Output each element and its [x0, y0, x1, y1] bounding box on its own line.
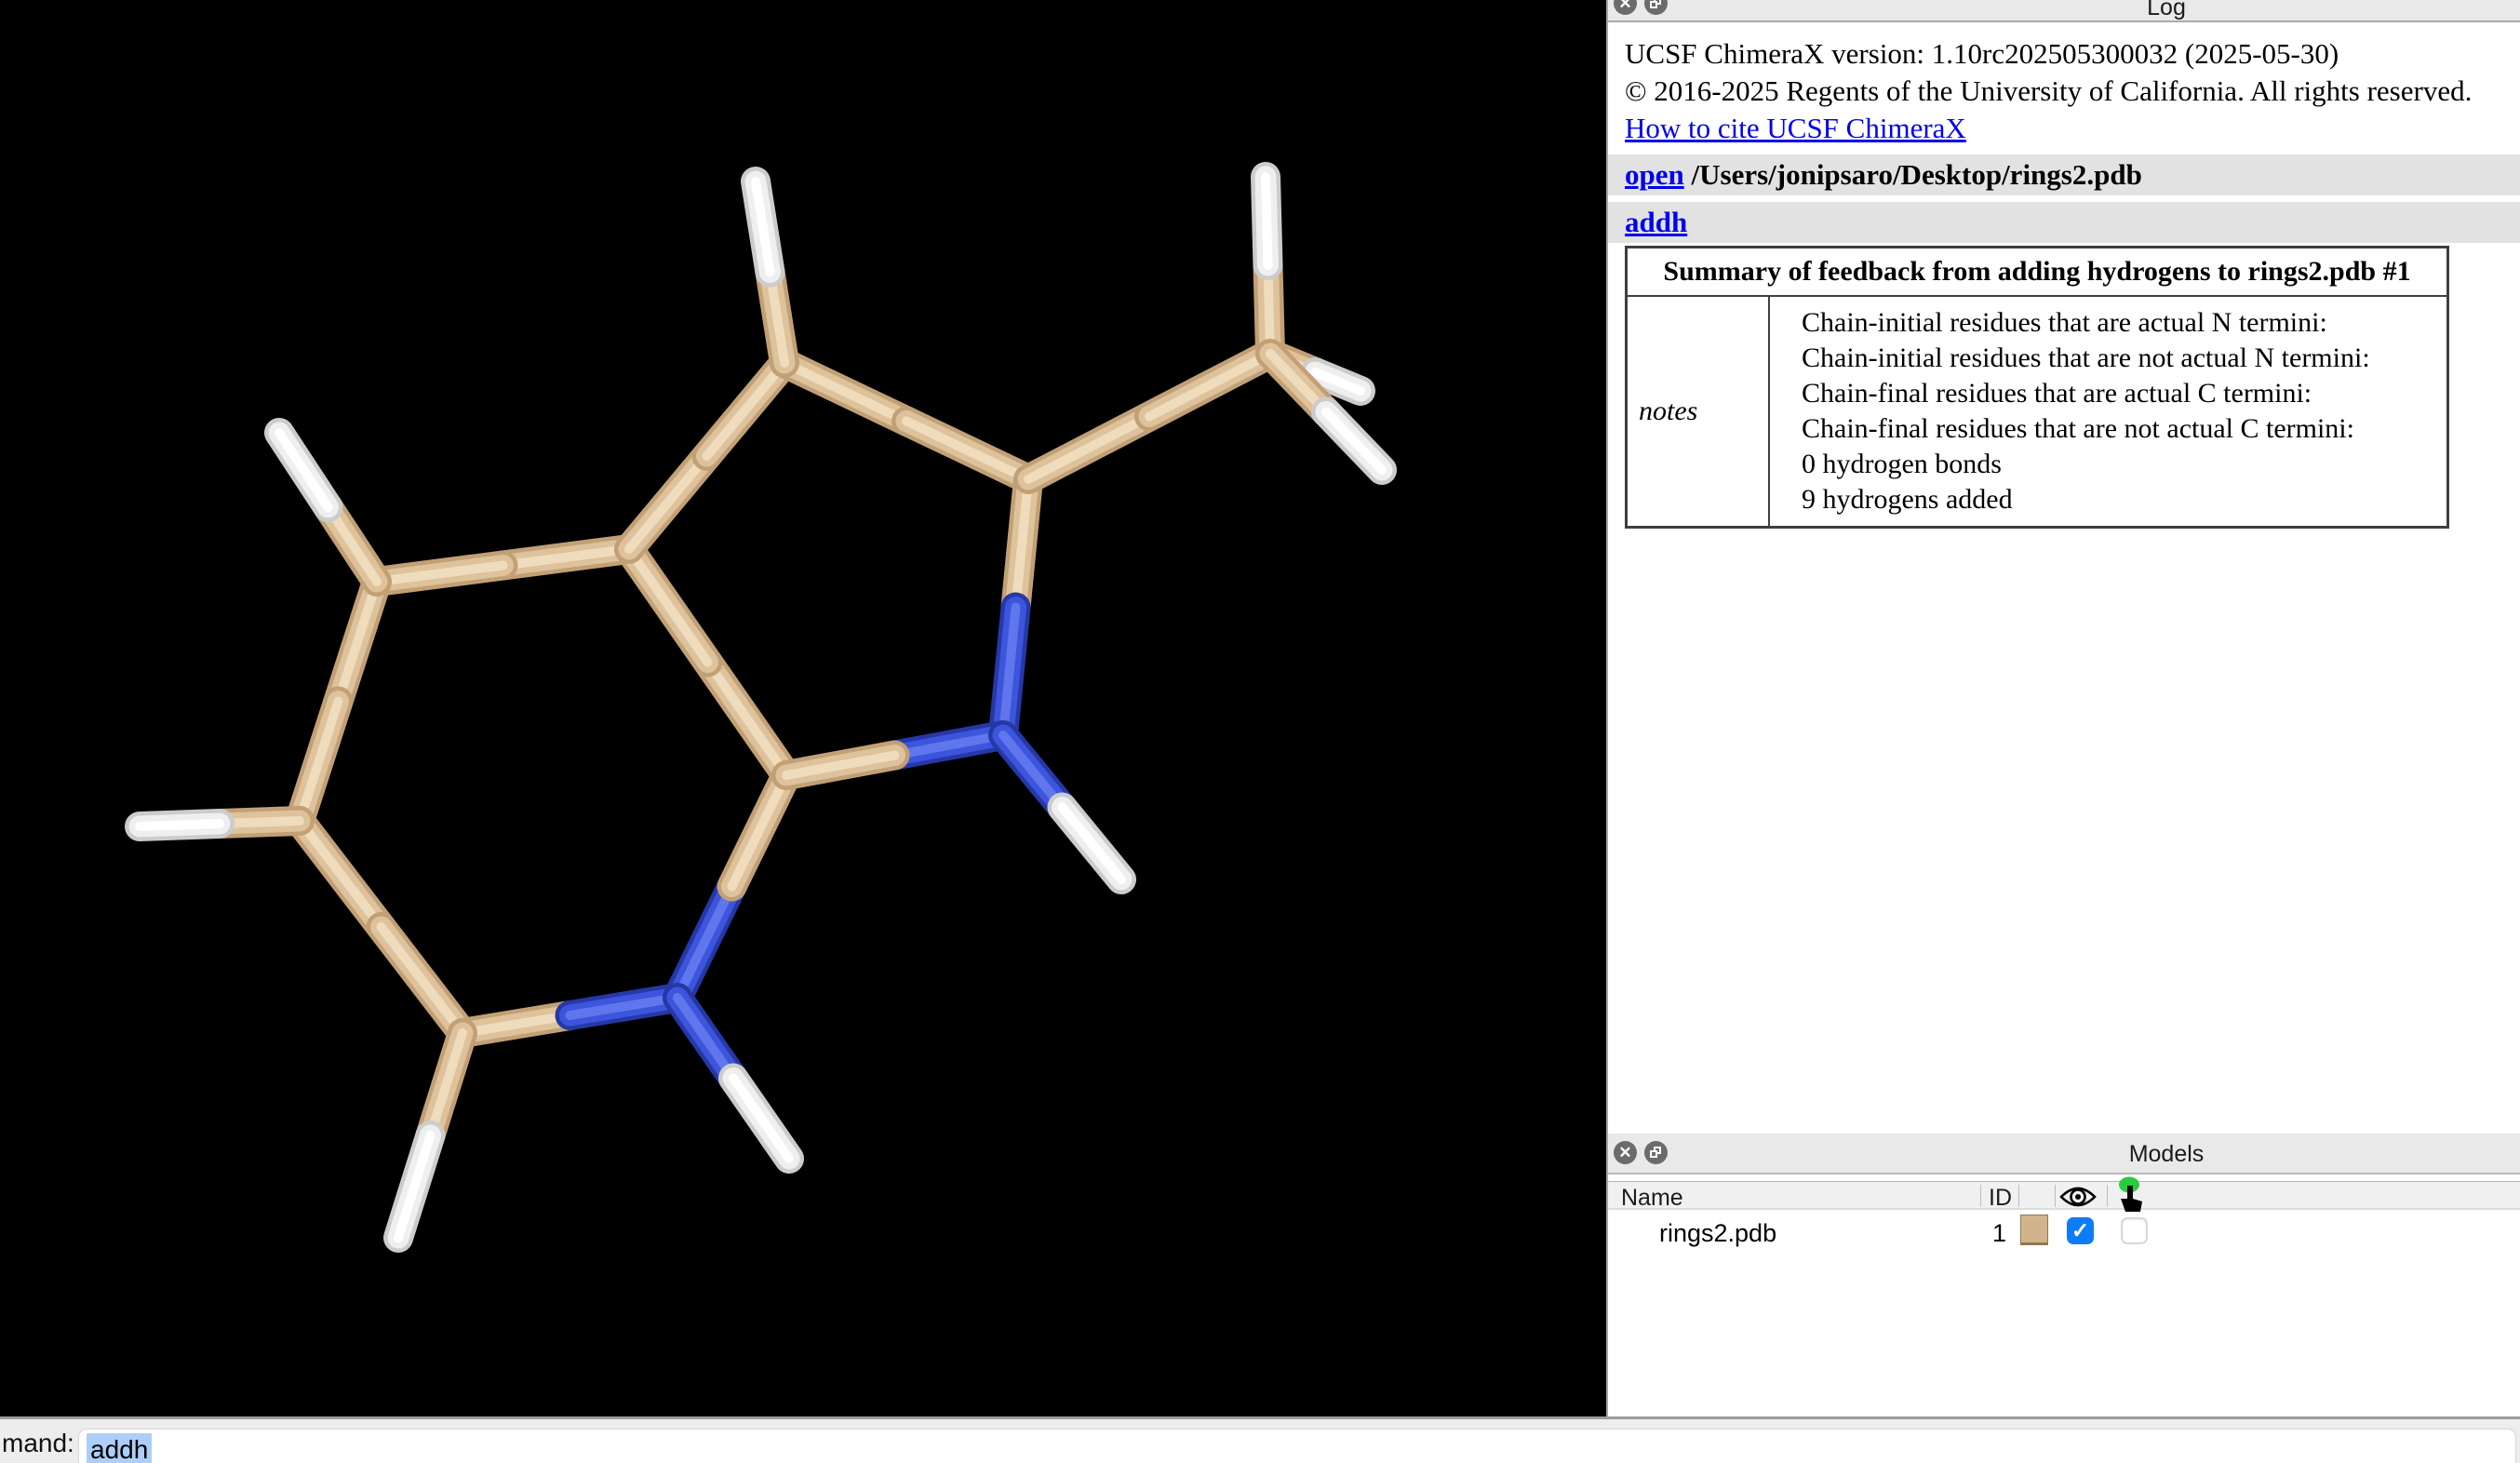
model-shown-checkbox[interactable]: ✓	[2067, 1217, 2094, 1244]
models-close-button[interactable]: ✕	[1614, 1141, 1637, 1164]
addh-table-title: Summary of feedback from adding hydrogen…	[1628, 248, 2446, 297]
model-name: rings2.pdb	[1659, 1219, 1776, 1248]
addh-feedback-table: Summary of feedback from adding hydrogen…	[1625, 246, 2449, 529]
models-float-button[interactable]	[1644, 1141, 1668, 1164]
command-input-value: addh	[87, 1433, 152, 1463]
chimerax-window: ✕ Log UCSF ChimeraX version: 1.10rc20250…	[0, 0, 2520, 1463]
model-id: 1	[1980, 1219, 2018, 1248]
float-window-icon	[1650, 0, 1662, 9]
close-icon: ✕	[1614, 0, 1637, 15]
models-titlebar: ✕ Models	[1608, 1134, 2520, 1174]
command-label: mand:	[2, 1429, 74, 1458]
command-bar: mand: addh	[0, 1416, 2520, 1463]
open-command-args: /Users/jonipsaro/Desktop/rings2.pdb	[1684, 158, 2142, 191]
log-float-button[interactable]	[1644, 0, 1668, 15]
log-close-button[interactable]: ✕	[1614, 0, 1637, 15]
command-input[interactable]: addh	[78, 1429, 2516, 1463]
float-window-icon	[1650, 1147, 1662, 1159]
column-id-label: ID	[1989, 1185, 2012, 1212]
close-icon: ✕	[1614, 1141, 1637, 1164]
addh-table-row-label: notes	[1628, 297, 1770, 526]
molecule-stick-model	[0, 0, 1606, 1416]
eye-icon	[2058, 1184, 2098, 1210]
graphics-viewport[interactable]	[0, 0, 1606, 1416]
models-panel-title: Models	[1999, 1141, 2334, 1168]
log-titlebar: ✕ Log	[1608, 0, 2520, 22]
model-selected-checkbox[interactable]	[2121, 1217, 2148, 1244]
open-command-link[interactable]: open	[1625, 158, 1684, 191]
log-version-line: UCSF ChimeraX version: 1.10rc20250530003…	[1625, 37, 2339, 71]
log-command-strip-addh: addh	[1608, 202, 2520, 243]
model-color-swatch[interactable]	[2020, 1215, 2048, 1245]
models-column-header: Name ID	[1608, 1181, 2520, 1210]
log-cite-line: How to cite UCSF ChimeraX	[1625, 112, 1966, 145]
addh-command-link[interactable]: addh	[1625, 206, 1687, 238]
model-row[interactable]: rings2.pdb 1 ✓	[1608, 1212, 2520, 1255]
dock-panel-area: ✕ Log UCSF ChimeraX version: 1.10rc20250…	[1606, 0, 2520, 1416]
log-command-strip-open: open /Users/jonipsaro/Desktop/rings2.pdb	[1608, 154, 2520, 195]
addh-table-notes: Chain-initial residues that are actual N…	[1770, 297, 2446, 526]
cite-chimerax-link[interactable]: How to cite UCSF ChimeraX	[1625, 112, 1966, 144]
column-name-label: Name	[1621, 1185, 1683, 1212]
log-copyright-line: © 2016-2025 Regents of the University of…	[1625, 74, 2472, 108]
log-panel-title: Log	[1999, 0, 2334, 21]
